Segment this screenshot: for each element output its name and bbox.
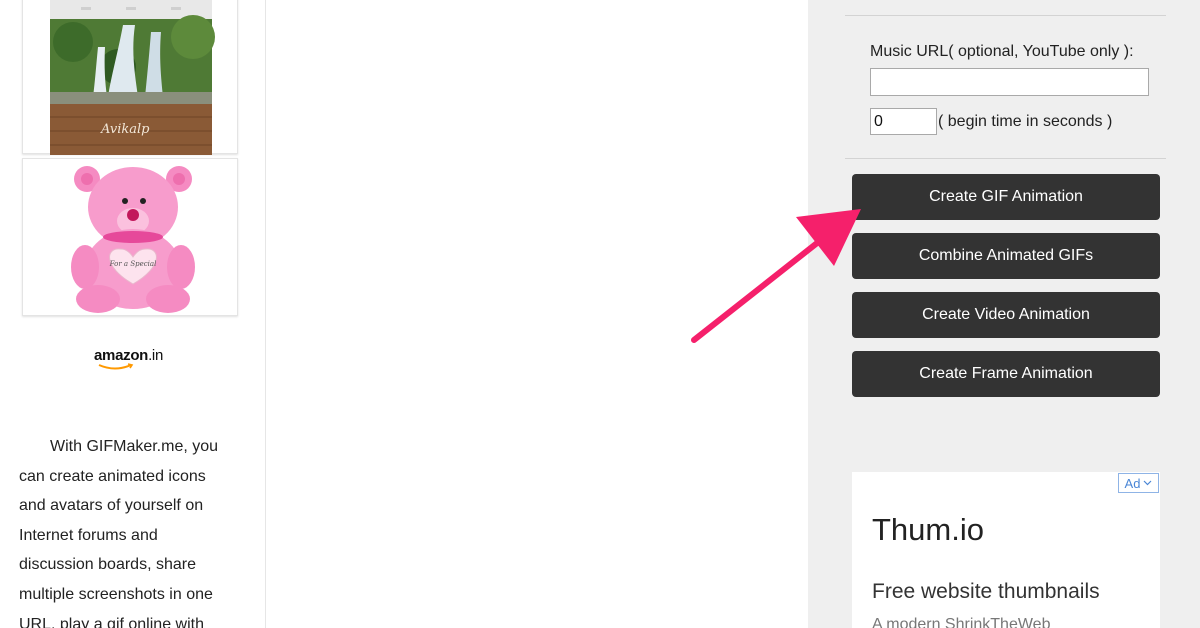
svg-text:Avikalp: Avikalp <box>100 122 150 137</box>
begin-time-input[interactable] <box>870 108 937 135</box>
waterfall-poster-image: Avikalp <box>50 0 215 155</box>
create-frame-button[interactable]: Create Frame Animation <box>852 351 1160 397</box>
pink-teddy-bear-image: For a Special <box>71 166 195 313</box>
ad-title: Thum.io <box>872 512 984 547</box>
thumio-ad[interactable]: Ad Thum.io Free website thumbnails A mod… <box>852 472 1160 628</box>
intro-line: can create animated icons <box>19 467 206 485</box>
waterfall-poster-ad[interactable]: Avikalp <box>22 0 238 155</box>
heart-text: For a Special <box>109 260 157 268</box>
ad-badge-label: Ad <box>1124 475 1141 491</box>
intro-line: URL, play a gif online with <box>19 615 204 628</box>
amazon-logo[interactable]: amazon.in <box>94 347 163 364</box>
amazon-tld-text: .in <box>148 347 164 364</box>
divider-top <box>845 15 1166 16</box>
divider-middle <box>845 158 1166 159</box>
combine-gifs-button[interactable]: Combine Animated GIFs <box>852 233 1160 279</box>
begin-time-label: ( begin time in seconds ) <box>938 113 1113 130</box>
ad-description: A modern ShrinkTheWeb <box>872 616 1051 628</box>
music-url-input[interactable] <box>870 68 1149 96</box>
ad-choices-badge[interactable]: Ad <box>1118 473 1159 493</box>
left-sidebar: Avikalp For a Special amazon.in With GIF… <box>0 0 266 628</box>
page: Avikalp For a Special amazon.in With GIF… <box>0 0 1200 628</box>
create-video-button[interactable]: Create Video Animation <box>852 292 1160 338</box>
amazon-smile-icon <box>98 363 134 370</box>
ad-subtitle: Free website thumbnails <box>872 580 1100 603</box>
create-gif-button[interactable]: Create GIF Animation <box>852 174 1160 220</box>
teddy-bear-ad[interactable]: For a Special <box>22 158 238 316</box>
music-url-label: Music URL( optional, YouTube only ): <box>870 43 1134 60</box>
intro-line: Internet forums and <box>19 526 158 544</box>
intro-line: discussion boards, share <box>19 556 196 574</box>
intro-paragraph: With GIFMaker.me, you can create animate… <box>19 432 249 628</box>
intro-line: With GIFMaker.me, you <box>50 438 219 455</box>
chevron-down-icon <box>1144 480 1152 486</box>
amazon-brand-text: amazon <box>94 347 149 364</box>
intro-line: multiple screenshots in one <box>19 585 213 603</box>
intro-line: and avatars of yourself on <box>19 497 204 515</box>
